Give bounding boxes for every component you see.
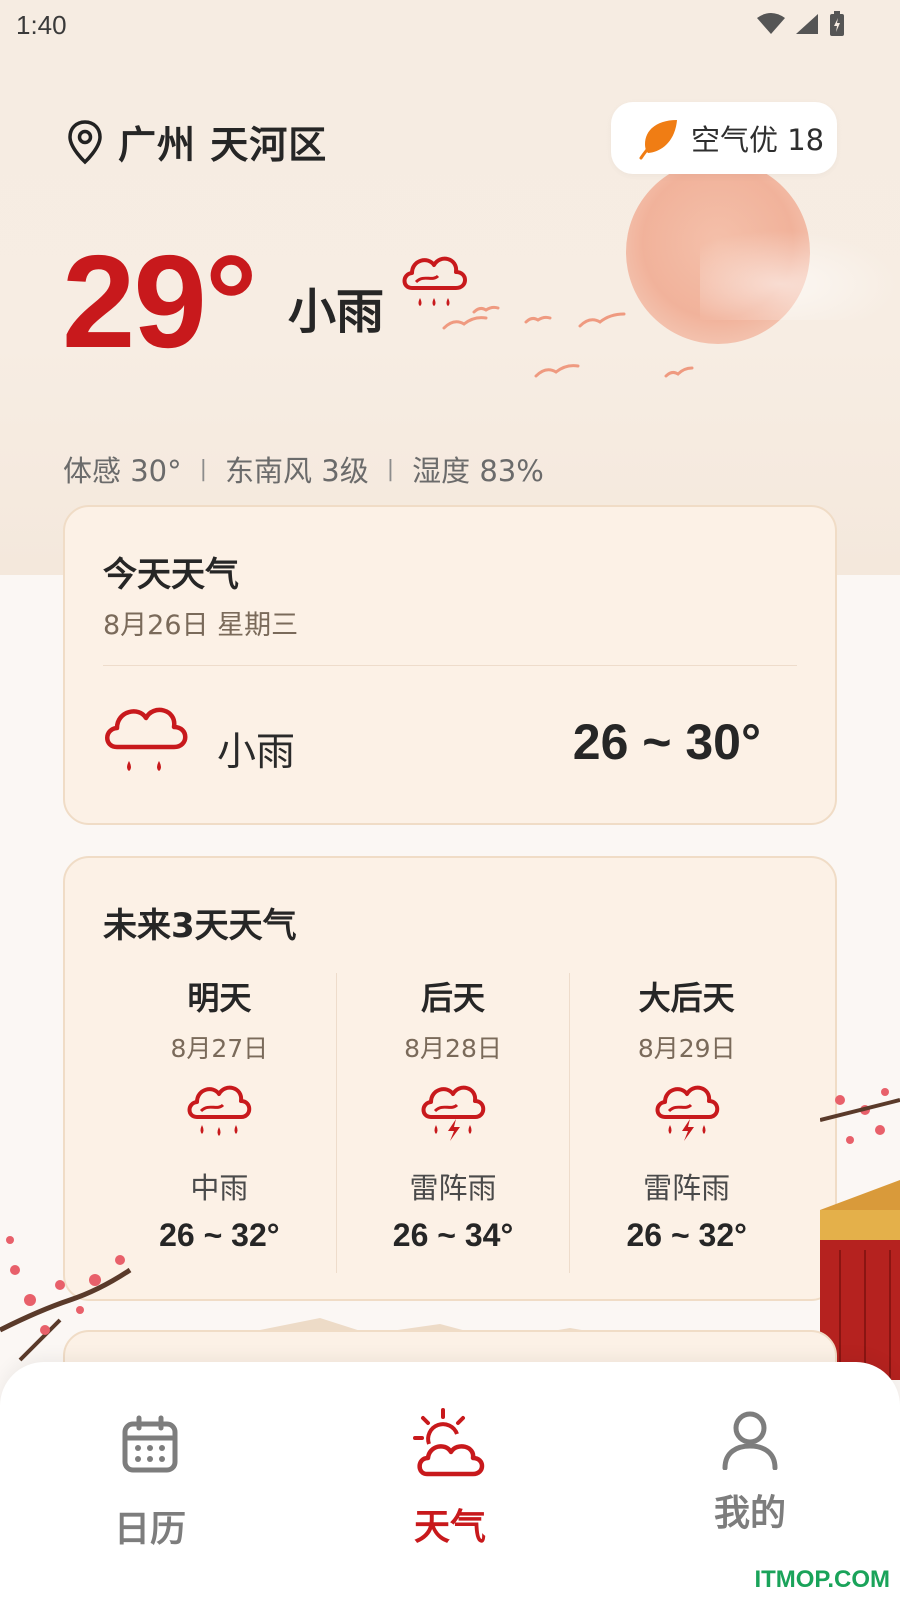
nav-tab-weather-label: 天气	[413, 1507, 486, 1548]
signal-icon	[796, 14, 818, 34]
forecast-day-date: 8月29日	[637, 1034, 736, 1063]
palace-decoration	[820, 1088, 900, 1380]
forecast-day-condition: 雷阵雨	[643, 1171, 731, 1205]
forecast-day[interactable]: 后天 8月28日 雷阵雨 26 ~ 34°	[335, 973, 570, 1273]
forecast-card: 未来3天天气 明天 8月27日 中雨 26 ~ 32° 后天 8月28日 雷阵雨…	[63, 856, 837, 1301]
air-quality-badge[interactable]: 空气优 18	[611, 102, 837, 174]
today-temperature-range: 26 ~ 30°	[572, 714, 761, 770]
location[interactable]: 广州 天河区	[66, 114, 327, 169]
rain-cloud-icon	[105, 707, 188, 771]
birds-decoration	[442, 305, 694, 378]
nav-tab-me[interactable]: 我的	[670, 1408, 830, 1536]
feels-like: 体感 30°	[63, 454, 182, 488]
rain-icon	[187, 1085, 252, 1136]
forecast-day-range: 26 ~ 32°	[626, 1217, 747, 1253]
forecast-day-date: 8月27日	[170, 1034, 269, 1063]
forecast-day[interactable]: 大后天 8月29日 雷阵雨 26 ~ 32°	[569, 973, 803, 1273]
forecast-day-date: 8月28日	[404, 1034, 502, 1063]
cloud-decoration	[700, 230, 900, 320]
nav-tab-me-label: 我的	[713, 1493, 786, 1534]
separator: |	[386, 456, 395, 482]
wind: 东南风 3级	[225, 454, 369, 488]
thunderstorm-icon	[421, 1085, 486, 1141]
sun-cloud-icon	[413, 1408, 485, 1477]
divider	[103, 665, 797, 666]
nav-tab-calendar[interactable]: 日历	[70, 1414, 230, 1552]
forecast-title: 未来3天天气	[103, 906, 297, 946]
forecast-days: 明天 8月27日 中雨 26 ~ 32° 后天 8月28日 雷阵雨 26 ~ 3…	[103, 973, 803, 1273]
calendar-icon	[122, 1415, 178, 1473]
status-time: 1:40	[16, 10, 67, 40]
status-bar: 1:40	[0, 0, 900, 50]
air-quality-label: 空气优 18	[691, 123, 825, 157]
status-icons	[756, 10, 846, 38]
leaf-icon	[639, 120, 677, 160]
watermark: ITMOP.COM	[754, 1566, 890, 1593]
today-weather-card[interactable]: 今天天气 8月26日 星期三 小雨 26 ~ 30°	[63, 505, 837, 825]
forecast-day-range: 26 ~ 34°	[392, 1217, 514, 1253]
nav-tab-calendar-label: 日历	[113, 1509, 186, 1550]
current-temperature: 29°	[62, 228, 258, 375]
user-icon	[722, 1411, 778, 1471]
forecast-day-name: 后天	[421, 979, 486, 1017]
current-details: 体感 30° | 东南风 3级 | 湿度 83%	[63, 448, 544, 490]
location-pin-icon	[68, 119, 102, 164]
nav-tab-weather[interactable]: 天气	[370, 1408, 530, 1550]
thunderstorm-icon	[655, 1085, 719, 1141]
today-date: 8月26日 星期三	[103, 610, 299, 641]
location-name: 广州 天河区	[118, 123, 328, 167]
today-condition: 小雨	[217, 730, 296, 775]
bottom-navigation: 日历 天气 我的	[0, 1362, 900, 1600]
forecast-day-name: 大后天	[638, 979, 735, 1017]
battery-icon	[830, 11, 844, 36]
separator: |	[199, 456, 208, 482]
humidity: 湿度 83%	[412, 454, 544, 488]
current-condition: 小雨	[288, 284, 385, 340]
today-title: 今天天气	[103, 555, 239, 595]
forecast-day-name: 明天	[187, 979, 252, 1017]
forecast-day-condition: 雷阵雨	[409, 1171, 497, 1205]
wifi-icon	[757, 13, 785, 34]
